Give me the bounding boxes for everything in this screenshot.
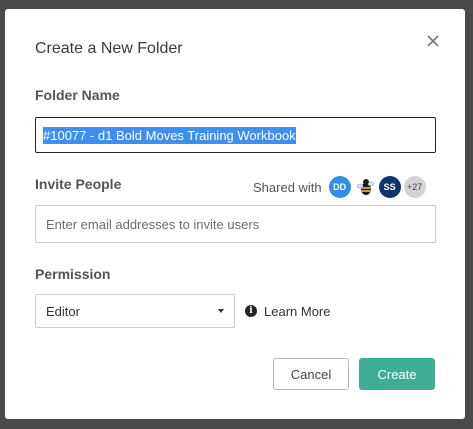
create-button[interactable]: Create (359, 358, 435, 390)
folder-name-input[interactable]: #10077 - d1 Bold Moves Training Workbook (35, 117, 436, 153)
chevron-down-icon (218, 309, 224, 313)
info-icon: i (245, 305, 257, 317)
cancel-button[interactable]: Cancel (273, 358, 349, 390)
avatar-ss[interactable]: SS (378, 176, 401, 198)
create-folder-dialog: Create a New Folder Folder Name #10077 -… (5, 9, 465, 419)
folder-name-label: Folder Name (35, 87, 120, 103)
invite-people-label: Invite People (35, 176, 122, 192)
shared-with-label: Shared with (253, 179, 322, 195)
avatar-dd[interactable]: DD (328, 176, 351, 198)
learn-more-label: Learn More (264, 303, 331, 319)
invite-email-input[interactable] (35, 205, 436, 243)
shared-with-group: Shared with DD SS +27 (253, 174, 429, 200)
dialog-title: Create a New Folder (35, 40, 183, 57)
folder-name-value: #10077 - d1 Bold Moves Training Workbook (43, 126, 296, 144)
bee-mascot-icon[interactable] (353, 176, 376, 198)
permission-select[interactable]: Editor (35, 294, 235, 328)
permission-label: Permission (35, 266, 111, 282)
more-users-badge[interactable]: +27 (403, 176, 426, 198)
learn-more-link[interactable]: i Learn More (245, 302, 330, 320)
close-icon[interactable] (425, 33, 441, 49)
permission-selected-value: Editor (46, 303, 80, 319)
